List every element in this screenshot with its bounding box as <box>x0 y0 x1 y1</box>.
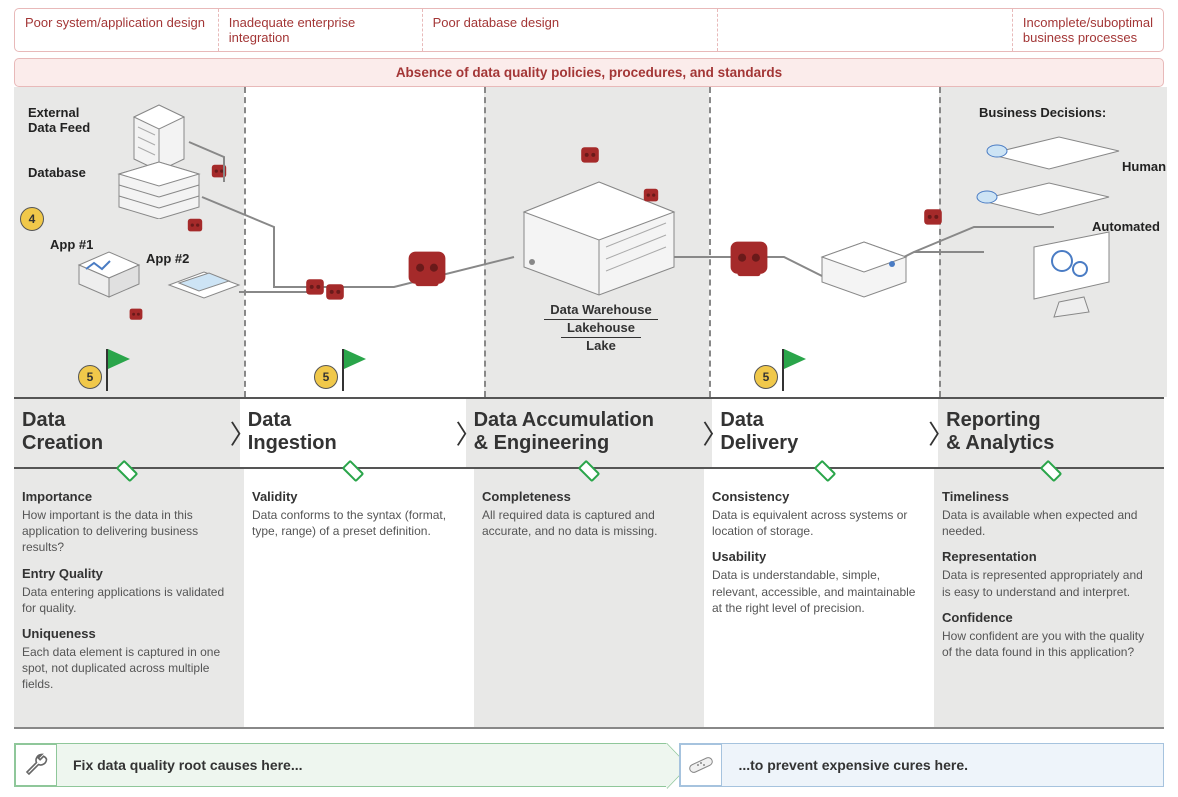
desc-col-delivery: Consistency Data is equivalent across sys… <box>704 469 934 727</box>
stage-title: Data Creation <box>22 409 232 455</box>
desc-text: Data is represented appropriately and is… <box>942 567 1152 599</box>
wrench-icon <box>15 744 57 786</box>
desc-heading: Importance <box>22 489 232 504</box>
label-human: Human <box>1122 159 1166 174</box>
stage-data-creation: Data Creation <box>14 399 240 467</box>
desc-col-ingestion: Validity Data conforms to the syntax (for… <box>244 469 474 727</box>
stage-data-ingestion: 〉 Data Ingestion <box>240 399 466 467</box>
footer-cure-text: ...to prevent expensive cures here. <box>732 757 968 773</box>
top-category-row: Poor system/application design Inadequat… <box>14 8 1164 52</box>
stage-title: Data Ingestion <box>248 409 458 455</box>
human-decision-icon <box>969 129 1129 179</box>
label-business-decisions: Business Decisions: <box>979 105 1106 120</box>
desc-text: How confident are you with the quality o… <box>942 628 1152 660</box>
automated-monitor-icon <box>1014 227 1134 327</box>
human-decision-icon-2 <box>959 175 1119 225</box>
delivery-device-icon <box>814 232 914 302</box>
desc-col-accumulation: Completeness All required data is capture… <box>474 469 704 727</box>
stage-reporting-analytics: 〉 Reporting & Analytics <box>938 399 1164 467</box>
desc-heading: Confidence <box>942 610 1152 625</box>
description-row: Importance How important is the data in t… <box>14 469 1164 729</box>
desc-text: Data conforms to the syntax (format, typ… <box>252 507 462 539</box>
diagram-area: External Data Feed Database App #1 App #… <box>14 87 1164 397</box>
footer-bars: Fix data quality root causes here... ...… <box>14 743 1164 787</box>
desc-text: Data is understandable, simple, relevant… <box>712 567 922 616</box>
desc-col-reporting: Timeliness Data is available when expecte… <box>934 469 1164 727</box>
flag-5-ingestion: 5 <box>314 349 344 391</box>
warehouse-label-1: Data Warehouse <box>544 302 657 320</box>
footer-fix-text: Fix data quality root causes here... <box>67 757 303 773</box>
topcat-system-design: Poor system/application design <box>15 9 219 51</box>
skull-icon <box>579 145 601 167</box>
skull-icon <box>304 277 326 299</box>
footer-fix-bar: Fix data quality root causes here... <box>14 743 667 787</box>
chevron-right-icon: 〉 <box>230 415 256 452</box>
desc-heading: Completeness <box>482 489 692 504</box>
warehouse-labels: Data Warehouse Lakehouse Lake <box>526 302 676 353</box>
desc-text: Data entering applications is validated … <box>22 584 232 616</box>
desc-heading: Consistency <box>712 489 922 504</box>
desc-text: Each data element is captured in one spo… <box>22 644 232 693</box>
skull-icon <box>324 282 346 304</box>
warehouse-label-3: Lake <box>526 338 676 353</box>
desc-text: Data is equivalent across systems or loc… <box>712 507 922 539</box>
topcat-business-processes: Incomplete/suboptimal business processes <box>1013 9 1163 51</box>
desc-heading: Entry Quality <box>22 566 232 581</box>
topcat-empty <box>718 9 1013 51</box>
desc-col-creation: Importance How important is the data in t… <box>14 469 244 727</box>
desc-text: All required data is captured and accura… <box>482 507 692 539</box>
desc-text: How important is the data in this applic… <box>22 507 232 556</box>
desc-heading: Representation <box>942 549 1152 564</box>
skull-large-icon <box>726 237 772 283</box>
flag-5-creation: 5 <box>78 349 108 391</box>
stage-title: Reporting & Analytics <box>946 409 1156 455</box>
chevron-right-icon: 〉 <box>928 415 954 452</box>
stage-title: Data Accumulation & Engineering <box>474 409 705 455</box>
stage-title: Data Delivery <box>720 409 930 455</box>
stage-data-delivery: 〉 Data Delivery <box>712 399 938 467</box>
desc-text: Data is available when expected and need… <box>942 507 1152 539</box>
stage-data-accumulation: 〉 Data Accumulation & Engineering <box>466 399 713 467</box>
footer-cure-bar: ...to prevent expensive cures here. <box>679 743 1164 787</box>
stage-row: Data Creation 〉 Data Ingestion 〉 Data Ac… <box>14 397 1164 469</box>
chevron-right-icon: 〉 <box>702 415 728 452</box>
desc-heading: Validity <box>252 489 462 504</box>
flag-5-delivery: 5 <box>754 349 784 391</box>
chevron-right-icon: 〉 <box>456 415 482 452</box>
desc-heading: Uniqueness <box>22 626 232 641</box>
bandage-icon <box>680 744 722 786</box>
skull-icon <box>922 207 944 229</box>
desc-heading: Timeliness <box>942 489 1152 504</box>
skull-icon <box>642 187 660 205</box>
skull-large-icon <box>404 247 450 293</box>
absence-banner: Absence of data quality policies, proced… <box>14 58 1164 87</box>
topcat-enterprise-integration: Inadequate enterprise integration <box>219 9 423 51</box>
topcat-database-design: Poor database design <box>423 9 718 51</box>
desc-heading: Usability <box>712 549 922 564</box>
warehouse-label-2: Lakehouse <box>561 320 641 338</box>
